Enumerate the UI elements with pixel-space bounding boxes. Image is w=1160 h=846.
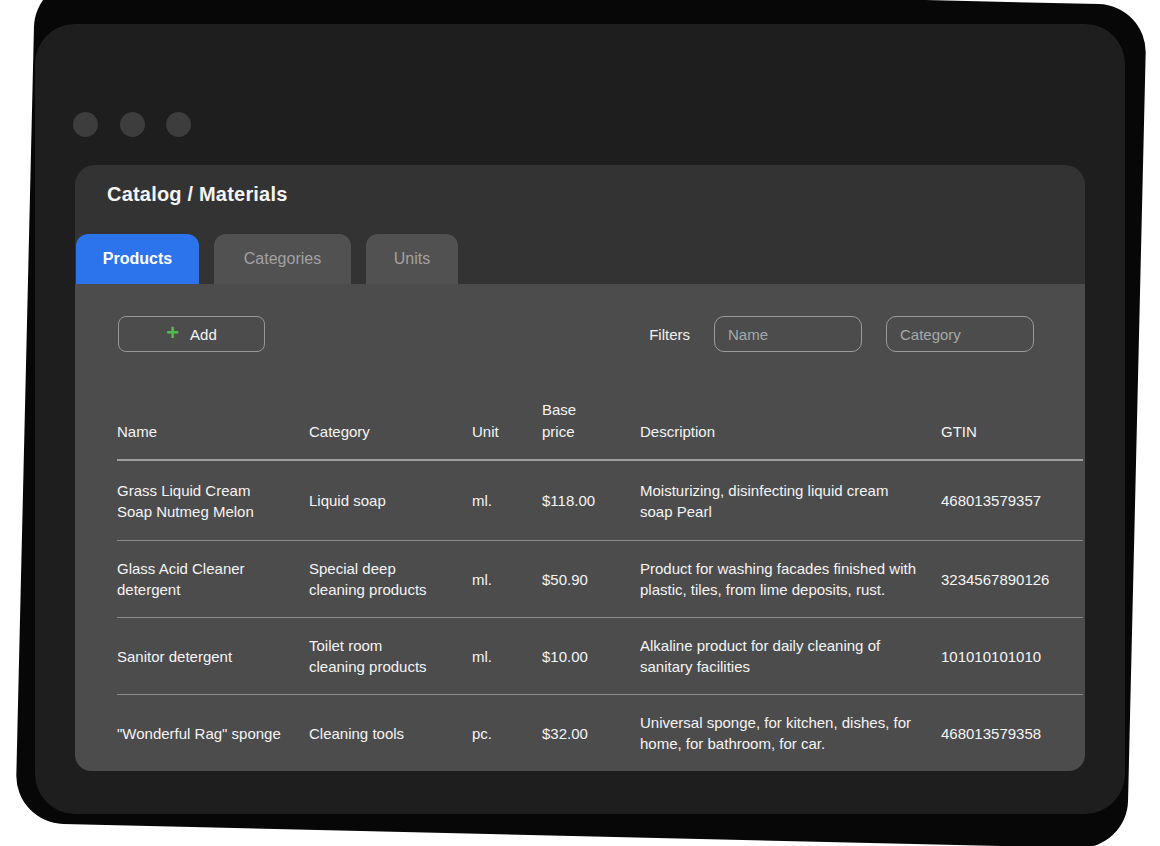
col-header-description: Description [640,421,941,459]
category-filter-input[interactable] [886,316,1034,352]
products-table: Name Category Unit Base price Descriptio… [117,390,1083,771]
cell-unit: pc. [472,723,542,744]
cell-price: $118.00 [542,490,640,511]
cell-name: Grass Liquid Cream Soap Nutmeg Melon [117,480,287,522]
table-row[interactable]: Grass Liquid Cream Soap Nutmeg Melon Liq… [117,461,1083,541]
cell-unit: ml. [472,569,542,590]
window-dot-2[interactable] [120,112,145,137]
table-row[interactable]: Glass Acid Cleaner detergent Special dee… [117,541,1083,618]
table-row[interactable]: "Wonderful Rag" sponge Cleaning tools pc… [117,695,1083,771]
add-button[interactable]: + Add [118,316,265,352]
tab-products[interactable]: Products [76,234,199,284]
window-dot-3[interactable] [166,112,191,137]
page: Catalog / Materials Products Categories … [0,0,1160,846]
cell-category: Liquid soap [309,490,437,511]
cell-price: $10.00 [542,646,640,667]
cell-name: Sanitor detergent [117,646,287,667]
cell-gtin: 468013579358 [941,723,1083,744]
filters-label: Filters [640,326,690,343]
cell-gtin: 101010101010 [941,646,1083,667]
page-title: Catalog / Materials [107,183,288,206]
table-row[interactable]: Sanitor detergent Toilet room cleaning p… [117,618,1083,695]
col-header-unit: Unit [472,421,542,459]
cell-price: $32.00 [542,723,640,744]
cell-name: "Wonderful Rag" sponge [117,723,287,744]
cell-category: Special deep cleaning products [309,558,437,600]
cell-description: Product for washing facades finished wit… [640,558,918,600]
cell-category: Toilet room cleaning products [309,635,437,677]
tab-units[interactable]: Units [366,234,458,284]
col-header-category: Category [309,421,472,459]
table-header-row: Name Category Unit Base price Descriptio… [117,390,1083,461]
cell-gtin: 468013579357 [941,490,1083,511]
cell-unit: ml. [472,490,542,511]
cell-price: $50.90 [542,569,640,590]
cell-name: Glass Acid Cleaner detergent [117,558,287,600]
tab-categories[interactable]: Categories [214,234,351,284]
cell-gtin: 3234567890126 [941,569,1083,590]
window-dot-1[interactable] [73,112,98,137]
plus-icon: + [166,322,179,344]
col-header-base-price: Base price [542,399,640,459]
cell-category: Cleaning tools [309,723,437,744]
name-filter-input[interactable] [714,316,862,352]
cell-description: Universal sponge, for kitchen, dishes, f… [640,712,918,754]
cell-description: Alkaline product for daily cleaning of s… [640,635,918,677]
cell-description: Moisturizing, disinfecting liquid cream … [640,480,918,522]
col-header-gtin: GTIN [941,421,1083,459]
cell-unit: ml. [472,646,542,667]
add-button-label: Add [190,326,217,343]
col-header-name: Name [117,421,309,459]
